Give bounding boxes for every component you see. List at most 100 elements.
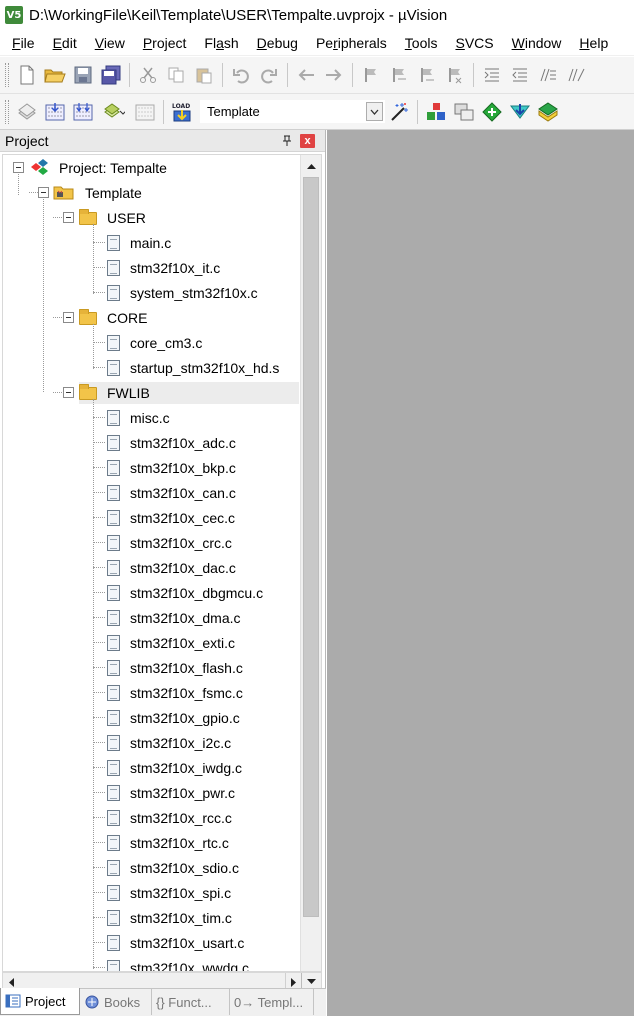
indent-button[interactable] [480, 63, 504, 87]
c-file-icon [107, 835, 120, 851]
paste-button[interactable] [192, 63, 216, 87]
clear-bookmarks-button[interactable] [443, 63, 467, 87]
tree-item-project[interactable]: Project: Tempalte [29, 157, 169, 179]
tree-file[interactable]: stm32f10x_gpio.c [107, 707, 242, 729]
tree-item-target[interactable]: Template [53, 182, 144, 204]
unindent-button[interactable] [508, 63, 532, 87]
collapse-project-icon[interactable] [13, 162, 24, 173]
tab-project[interactable]: Project [0, 988, 80, 1015]
next-bookmark-button[interactable] [415, 63, 439, 87]
select-packs-button[interactable] [480, 100, 504, 124]
c-file-icon [107, 535, 120, 551]
copy-button[interactable] [164, 63, 188, 87]
pack-installer-button[interactable] [508, 100, 532, 124]
build-button[interactable] [43, 100, 67, 124]
scrollbar-thumb[interactable] [303, 177, 319, 917]
batch-build-button[interactable] [99, 100, 129, 124]
previous-bookmark-button[interactable] [387, 63, 411, 87]
file-label: stm32f10x_wwdg.c [130, 960, 250, 971]
tree-group-user[interactable]: USER [79, 207, 148, 229]
tree-file[interactable]: stm32f10x_fsmc.c [107, 682, 245, 704]
collapse-group-icon[interactable] [63, 212, 74, 223]
tree-file[interactable]: stm32f10x_sdio.c [107, 857, 241, 879]
toolbar-grip[interactable] [5, 99, 9, 124]
collapse-target-icon[interactable] [38, 187, 49, 198]
uncomment-button[interactable] [564, 63, 588, 87]
tab-templates[interactable]: 0→ Templ... [230, 989, 314, 1015]
scroll-up-icon[interactable] [303, 157, 320, 174]
menu-peripherals[interactable]: Peripherals [308, 35, 395, 51]
toolbar-grip[interactable] [5, 63, 9, 87]
menu-window[interactable]: Window [504, 35, 570, 51]
tab-label: Books [104, 994, 141, 1010]
tree-file[interactable]: stm32f10x_bkp.c [107, 457, 238, 479]
tree-file[interactable]: misc.c [107, 407, 172, 429]
tree-connector [93, 442, 105, 443]
close-icon[interactable]: x [300, 133, 315, 148]
tree-file[interactable]: stm32f10x_flash.c [107, 657, 245, 679]
target-options-button[interactable] [387, 100, 411, 124]
tree-vertical-scrollbar[interactable] [300, 155, 321, 971]
tree-file[interactable]: stm32f10x_cec.c [107, 507, 237, 529]
tree-file[interactable]: stm32f10x_can.c [107, 482, 238, 504]
tree-file[interactable]: core_cm3.c [107, 332, 204, 354]
stop-build-button[interactable] [133, 100, 157, 124]
menu-file[interactable]: File [2, 35, 43, 51]
tab-books[interactable]: Books [80, 989, 152, 1015]
tree-file[interactable]: stm32f10x_i2c.c [107, 732, 233, 754]
collapse-group-icon[interactable] [63, 312, 74, 323]
cut-button[interactable] [136, 63, 160, 87]
menu-edit[interactable]: Edit [45, 35, 85, 51]
tree-file[interactable]: stm32f10x_exti.c [107, 632, 237, 654]
navigate-forward-button[interactable] [322, 63, 346, 87]
tree-file[interactable]: stm32f10x_rtc.c [107, 832, 231, 854]
rebuild-button[interactable] [71, 100, 95, 124]
tree-file[interactable]: stm32f10x_it.c [107, 257, 222, 279]
tree-file[interactable]: stm32f10x_dac.c [107, 557, 238, 579]
tree-file[interactable]: stm32f10x_usart.c [107, 932, 246, 954]
tab-functions[interactable]: {} Funct... [152, 989, 230, 1015]
pin-icon[interactable] [279, 133, 295, 149]
software-packs-button[interactable] [536, 100, 560, 124]
open-file-button[interactable] [43, 63, 67, 87]
tree-file[interactable]: stm32f10x_dbgmcu.c [107, 582, 265, 604]
tree-file[interactable]: stm32f10x_wwdg.c [107, 957, 251, 971]
navigate-back-button[interactable] [294, 63, 318, 87]
undo-button[interactable] [229, 63, 253, 87]
tree-file[interactable]: stm32f10x_adc.c [107, 432, 238, 454]
tree-file[interactable]: stm32f10x_dma.c [107, 607, 243, 629]
insert-bookmark-button[interactable] [359, 63, 383, 87]
tree-file[interactable]: stm32f10x_crc.c [107, 532, 234, 554]
collapse-group-icon[interactable] [63, 387, 74, 398]
tree-group-fwlib[interactable]: FWLIB [79, 382, 299, 404]
tree-file[interactable]: main.c [107, 232, 173, 254]
menu-view[interactable]: View [87, 35, 133, 51]
uvision-app-icon[interactable]: V5 [5, 6, 23, 24]
chevron-down-icon[interactable] [366, 102, 383, 121]
menu-debug[interactable]: Debug [249, 35, 306, 51]
tree-file[interactable]: startup_stm32f10x_hd.s [107, 357, 281, 379]
new-file-button[interactable] [15, 63, 39, 87]
translate-button[interactable] [15, 100, 39, 124]
tree-group-core[interactable]: CORE [79, 307, 149, 329]
menu-svcs[interactable]: SVCS [447, 35, 501, 51]
manage-components-button[interactable] [424, 100, 448, 124]
comment-button[interactable] [536, 63, 560, 87]
save-button[interactable] [71, 63, 95, 87]
tree-file[interactable]: stm32f10x_tim.c [107, 907, 234, 929]
redo-button[interactable] [257, 63, 281, 87]
menu-help[interactable]: Help [571, 35, 616, 51]
menu-project[interactable]: Project [135, 35, 195, 51]
menu-flash[interactable]: Flash [196, 35, 246, 51]
menu-tools[interactable]: Tools [397, 35, 446, 51]
file-extensions-button[interactable] [452, 100, 476, 124]
download-button[interactable]: LOAD [170, 100, 194, 124]
tree-file[interactable]: stm32f10x_rcc.c [107, 807, 234, 829]
save-all-button[interactable] [99, 63, 123, 87]
tree-file[interactable]: stm32f10x_spi.c [107, 882, 233, 904]
tree-file[interactable]: system_stm32f10x.c [107, 282, 260, 304]
tree-file[interactable]: stm32f10x_iwdg.c [107, 757, 244, 779]
c-file-icon [107, 560, 120, 576]
target-select[interactable]: Template [200, 100, 385, 123]
tree-file[interactable]: stm32f10x_pwr.c [107, 782, 237, 804]
